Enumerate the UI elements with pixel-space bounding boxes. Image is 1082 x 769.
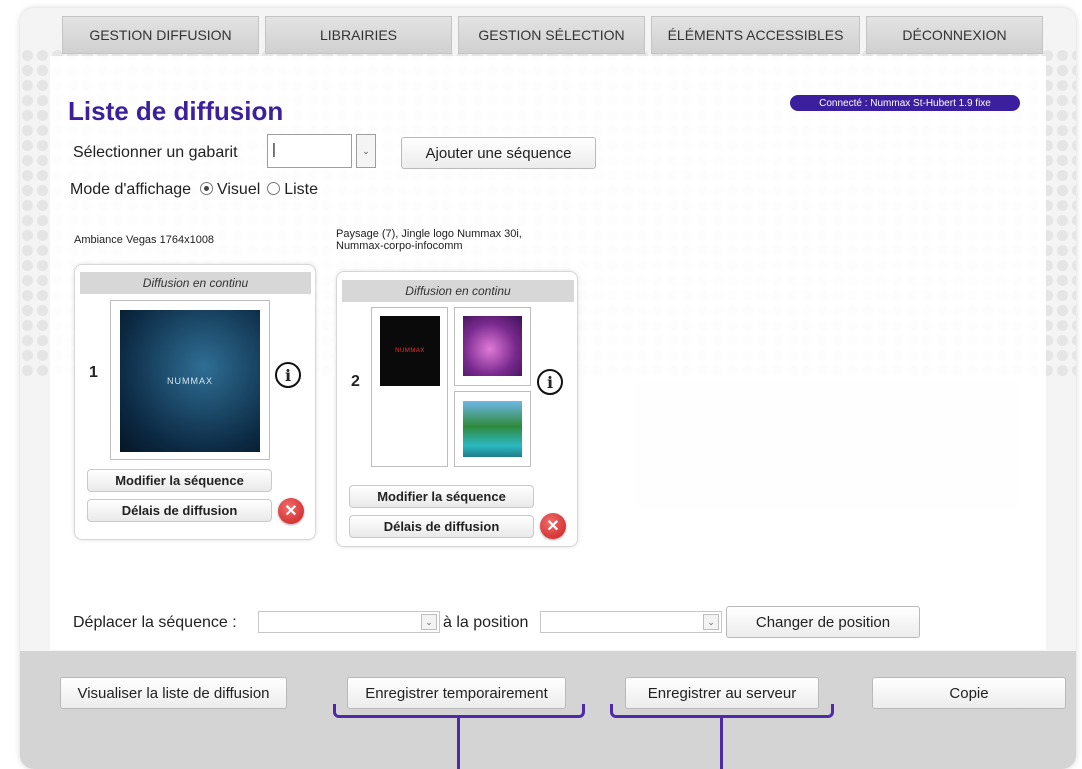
chevron-down-icon: ⌄ <box>421 614 437 630</box>
sequence-caption: Paysage (7), Jingle logo Nummax 30i, Num… <box>336 228 522 252</box>
template-label: Sélectionner un gabarit <box>73 144 238 161</box>
sequence-mode-header: Diffusion en continu <box>342 280 574 302</box>
display-mode-row: Mode d'affichage Visuel Liste <box>70 181 318 199</box>
page-title: Liste de diffusion <box>68 96 284 126</box>
annotation-line <box>457 716 460 769</box>
modify-sequence-button[interactable]: Modifier la séquence <box>349 485 534 508</box>
tab-elements-accessibles[interactable]: ÉLÉMENTS ACCESSIBLES <box>651 16 860 54</box>
connection-status-badge: Connecté : Nummax St-Hubert 1.9 fixe <box>790 95 1020 111</box>
broadcast-delay-button[interactable]: Délais de diffusion <box>87 499 272 522</box>
tab-gestion-diffusion[interactable]: GESTION DIFFUSION <box>62 16 259 54</box>
change-position-button[interactable]: Changer de position <box>726 606 920 638</box>
radio-list-label: Liste <box>284 181 318 198</box>
add-sequence-button[interactable]: Ajouter une séquence <box>401 137 596 169</box>
radio-list[interactable] <box>266 182 280 195</box>
app-window: GESTION DIFFUSION LIBRAIRIES GESTION SÉL… <box>20 8 1076 769</box>
delete-sequence-icon[interactable]: ✕ <box>540 513 566 539</box>
sequence-zone-left[interactable]: NUMMAX <box>371 307 448 467</box>
position-label: à la position <box>443 614 529 631</box>
media-thumbnail <box>463 401 522 457</box>
sequence-card: Diffusion en continu 2 NUMMAX i Modifier… <box>336 271 578 547</box>
media-thumbnail <box>463 316 522 376</box>
tab-gestion-selection[interactable]: GESTION SÉLECTION <box>458 16 645 54</box>
radio-visual[interactable] <box>199 182 213 195</box>
sequence-thumbnail-frame[interactable]: NUMMAX <box>110 300 270 460</box>
move-sequence-select[interactable]: ⌄ <box>258 611 440 633</box>
sequence-mode-header: Diffusion en continu <box>80 272 311 294</box>
tab-deconnexion[interactable]: DÉCONNEXION <box>866 16 1043 54</box>
sequence-number: 1 <box>89 364 98 381</box>
annotation-line <box>720 716 723 769</box>
template-dropdown-button[interactable]: ⌄ <box>356 134 376 168</box>
move-sequence-label: Déplacer la séquence : <box>73 614 237 631</box>
sequence-zone-bottom-right[interactable] <box>454 391 531 467</box>
chevron-down-icon: ⌄ <box>703 614 719 630</box>
sequence-card: Diffusion en continu 1 NUMMAX i Modifier… <box>74 264 316 540</box>
info-icon[interactable]: i <box>275 362 301 388</box>
sequence-caption-line2: Nummax-corpo-infocomm <box>336 240 463 252</box>
chevron-down-icon: ⌄ <box>362 145 370 156</box>
template-input[interactable]: | <box>267 134 352 168</box>
sequence-zone-top-right[interactable] <box>454 307 531 386</box>
media-thumbnail: NUMMAX <box>120 310 260 452</box>
thumbnail-logo-text: NUMMAX <box>167 376 213 386</box>
sequence-number: 2 <box>351 373 360 390</box>
info-icon[interactable]: i <box>537 369 563 395</box>
modify-sequence-button[interactable]: Modifier la séquence <box>87 469 272 492</box>
thumbnail-logo-text: NUMMAX <box>395 348 425 354</box>
view-list-button[interactable]: Visualiser la liste de diffusion <box>60 677 287 709</box>
radio-visual-label: Visuel <box>216 181 261 198</box>
display-mode-label: Mode d'affichage <box>70 181 192 198</box>
sequence-caption: Ambiance Vegas 1764x1008 <box>74 234 215 246</box>
sequence-caption-line1: Paysage (7), Jingle logo Nummax 30i, <box>336 228 522 240</box>
copy-button[interactable]: Copie <box>872 677 1066 709</box>
broadcast-delay-button[interactable]: Délais de diffusion <box>349 515 534 538</box>
position-select[interactable]: ⌄ <box>540 611 722 633</box>
tab-librairies[interactable]: LIBRAIRIES <box>265 16 452 54</box>
delete-sequence-icon[interactable]: ✕ <box>278 498 304 524</box>
media-thumbnail: NUMMAX <box>380 316 440 386</box>
